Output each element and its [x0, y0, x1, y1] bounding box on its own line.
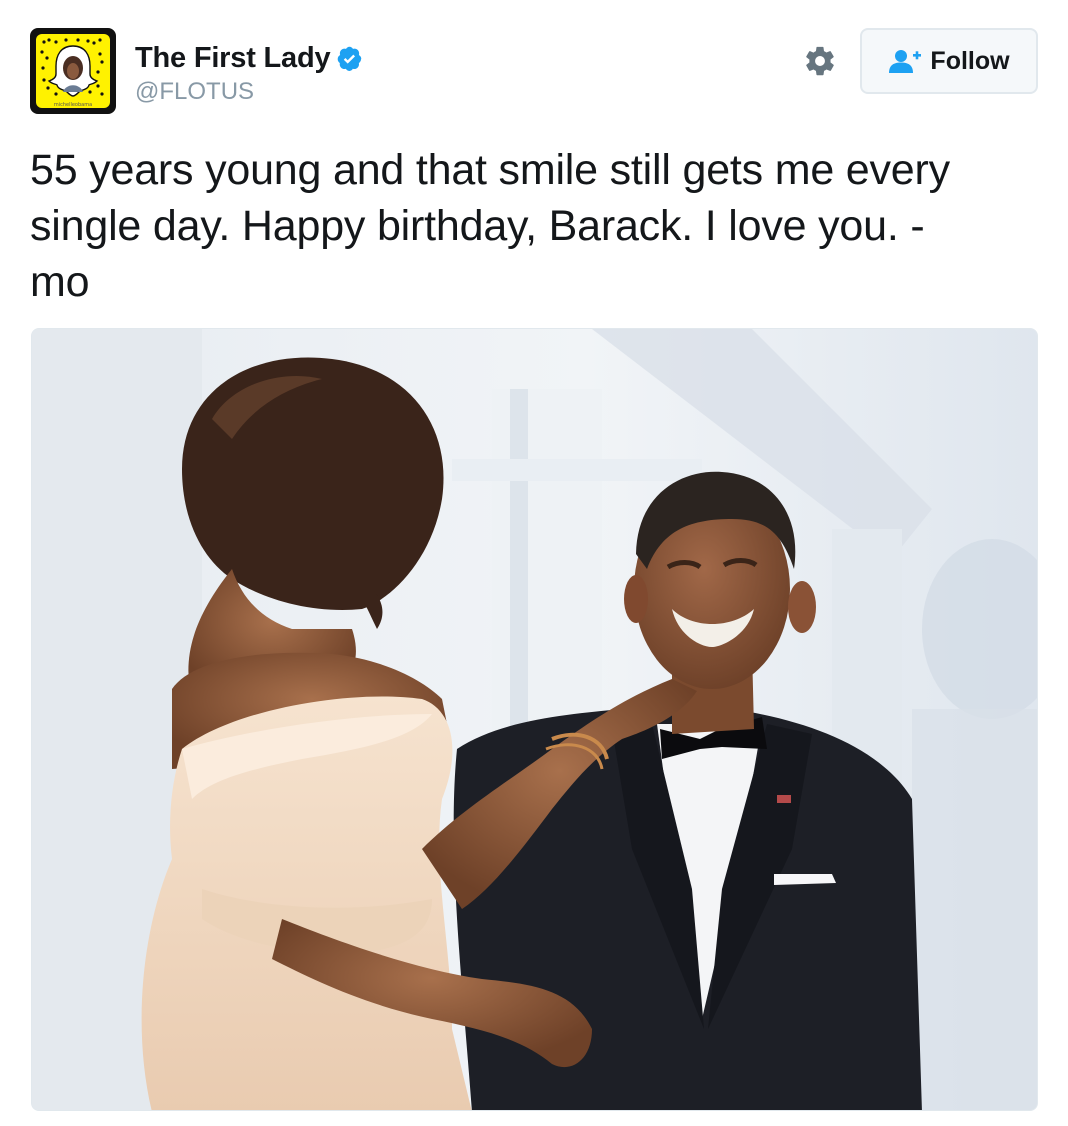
name-row: The First Lady	[135, 40, 363, 76]
verified-badge-icon	[338, 46, 362, 71]
tweet-text: 55 years young and that smile still gets…	[30, 142, 1040, 310]
tweet-text-line: mo	[30, 258, 90, 306]
add-user-icon	[889, 50, 922, 73]
avatar[interactable]: michelleobama	[30, 28, 116, 114]
follow-button[interactable]: Follow	[860, 28, 1038, 94]
photo-illustration	[32, 329, 1037, 1110]
avatar-caption: michelleobama	[53, 102, 93, 108]
tweet-card: michelleobama The First Lady @FLOTUS Fol…	[0, 0, 1068, 1126]
tweet-text-line: single day. Happy birthday, Barack. I lo…	[30, 202, 925, 250]
display-name[interactable]: The First Lady	[135, 42, 331, 75]
follow-label: Follow	[930, 46, 1010, 75]
user-handle[interactable]: @FLOTUS	[135, 78, 254, 106]
tweet-photo[interactable]	[31, 328, 1038, 1111]
gear-icon[interactable]	[803, 44, 837, 78]
tweet-text-line: 55 years young and that smile still gets…	[30, 146, 950, 194]
